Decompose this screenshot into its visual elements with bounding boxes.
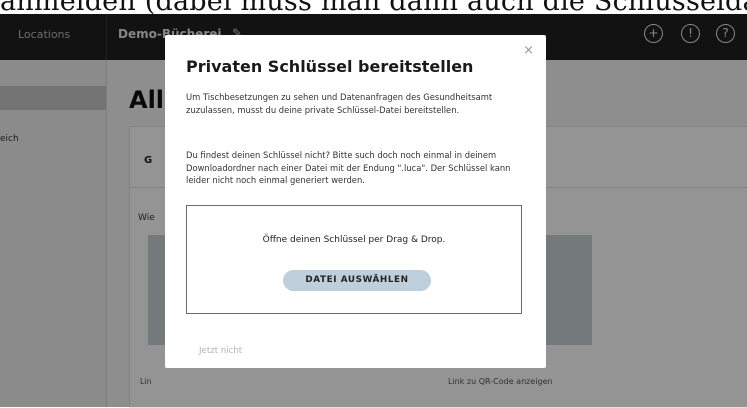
top-cutoff-text-strip: anmelden (dabei muss man dann auch die S… (0, 0, 747, 14)
not-now-button[interactable]: Jetzt nicht (199, 346, 242, 356)
key-dropzone[interactable]: Öffne deinen Schlüssel per Drag & Drop. … (186, 205, 522, 314)
modal-paragraph-2: Du findest deinen Schlüssel nicht? Bitte… (186, 150, 511, 185)
top-cutoff-text: anmelden (dabei muss man dann auch die S… (0, 0, 747, 14)
select-file-button[interactable]: DATEI AUSWÄHLEN (283, 270, 431, 291)
close-icon[interactable]: × (523, 43, 534, 58)
private-key-modal: × Privaten Schlüssel bereitstellen Um Ti… (165, 35, 546, 368)
dropzone-text: Öffne deinen Schlüssel per Drag & Drop. (262, 235, 446, 245)
modal-paragraph-1: Um Tischbesetzungen zu sehen und Datenan… (186, 92, 493, 115)
modal-title: Privaten Schlüssel bereitstellen (186, 57, 474, 76)
